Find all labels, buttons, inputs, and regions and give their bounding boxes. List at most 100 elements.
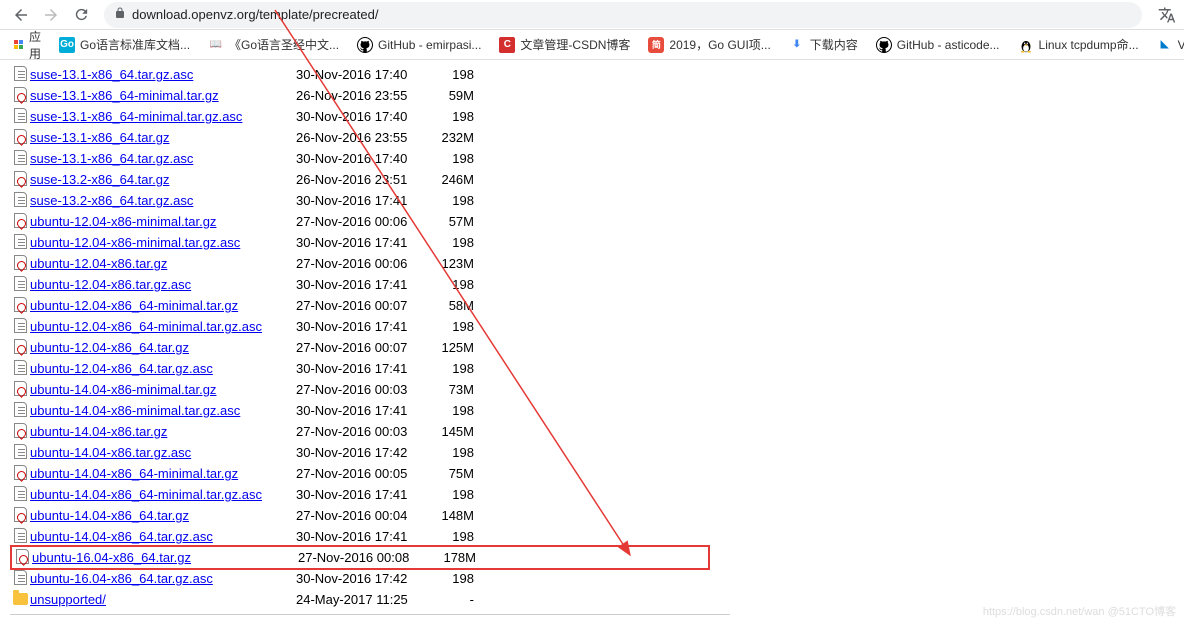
file-date: 27-Nov-2016 00:03 bbox=[296, 424, 430, 439]
file-date: 27-Nov-2016 00:06 bbox=[296, 256, 430, 271]
file-date: 24-May-2017 11:25 bbox=[296, 592, 430, 607]
archive-icon bbox=[10, 423, 30, 441]
file-size: 125M bbox=[430, 340, 474, 355]
bookmark-item[interactable]: GoGo语言标准库文档... bbox=[51, 33, 198, 56]
apps-button[interactable]: 应用 bbox=[8, 26, 47, 64]
file-row: ubuntu-14.04-x86.tar.gz.asc30-Nov-2016 1… bbox=[10, 442, 1174, 463]
text-file-icon bbox=[10, 318, 30, 336]
file-size: 178M bbox=[432, 550, 476, 565]
file-link[interactable]: ubuntu-14.04-x86.tar.gz bbox=[30, 424, 167, 439]
file-link[interactable]: suse-13.1-x86_64-minimal.tar.gz.asc bbox=[30, 109, 242, 124]
file-date: 30-Nov-2016 17:40 bbox=[296, 151, 430, 166]
forward-button[interactable] bbox=[38, 2, 64, 28]
bookmarks-bar: 应用 GoGo语言标准库文档...📖《Go语言圣经中文...GitHub - e… bbox=[0, 30, 1184, 60]
file-row: ubuntu-14.04-x86_64-minimal.tar.gz27-Nov… bbox=[10, 463, 1174, 484]
file-row: suse-13.1-x86_64-minimal.tar.gz26-Nov-20… bbox=[10, 85, 1174, 106]
file-link[interactable]: ubuntu-14.04-x86-minimal.tar.gz bbox=[30, 382, 216, 397]
file-link[interactable]: ubuntu-12.04-x86_64-minimal.tar.gz bbox=[30, 298, 238, 313]
file-link[interactable]: ubuntu-16.04-x86_64.tar.gz bbox=[32, 550, 191, 565]
bookmark-label: GitHub - asticode... bbox=[897, 38, 1000, 52]
file-size: 198 bbox=[430, 445, 474, 460]
file-size: 198 bbox=[430, 319, 474, 334]
file-link[interactable]: ubuntu-14.04-x86_64-minimal.tar.gz.asc bbox=[30, 487, 262, 502]
file-size: 198 bbox=[430, 403, 474, 418]
file-date: 30-Nov-2016 17:41 bbox=[296, 403, 430, 418]
file-link[interactable]: ubuntu-12.04-x86.tar.gz bbox=[30, 256, 167, 271]
file-link[interactable]: ubuntu-12.04-x86.tar.gz.asc bbox=[30, 277, 191, 292]
address-bar[interactable] bbox=[104, 2, 1142, 28]
back-button[interactable] bbox=[8, 2, 34, 28]
bookmark-item[interactable]: ⬇下载内容 bbox=[781, 33, 866, 56]
file-link[interactable]: ubuntu-16.04-x86_64.tar.gz.asc bbox=[30, 571, 213, 586]
file-link[interactable]: ubuntu-14.04-x86_64.tar.gz.asc bbox=[30, 529, 213, 544]
file-date: 27-Nov-2016 00:08 bbox=[298, 550, 432, 565]
bookmark-item[interactable]: Linux tcpdump命... bbox=[1010, 33, 1147, 56]
file-link[interactable]: ubuntu-12.04-x86_64-minimal.tar.gz.asc bbox=[30, 319, 262, 334]
bookmark-item[interactable]: GitHub - asticode... bbox=[868, 34, 1008, 56]
file-row: ubuntu-12.04-x86_64-minimal.tar.gz 27-Nov… bbox=[10, 295, 1174, 316]
archive-icon bbox=[10, 255, 30, 273]
text-file-icon bbox=[10, 360, 30, 378]
file-date: 30-Nov-2016 17:41 bbox=[296, 193, 430, 208]
bookmark-label: Go语言标准库文档... bbox=[80, 36, 190, 53]
bookmark-item[interactable]: 简2019，Go GUI项... bbox=[640, 33, 778, 56]
file-size: 198 bbox=[430, 487, 474, 502]
file-link[interactable]: suse-13.2-x86_64.tar.gz bbox=[30, 172, 169, 187]
bookmark-item[interactable]: GitHub - emirpasi... bbox=[349, 34, 489, 56]
file-link[interactable]: ubuntu-12.04-x86-minimal.tar.gz.asc bbox=[30, 235, 240, 250]
bookmark-item[interactable]: 📖《Go语言圣经中文... bbox=[200, 33, 347, 56]
file-size: 198 bbox=[430, 571, 474, 586]
file-link[interactable]: ubuntu-14.04-x86-minimal.tar.gz.asc bbox=[30, 403, 240, 418]
watermark: https://blog.csdn.net/wan @51CTO博客 bbox=[983, 603, 1176, 619]
file-row: ubuntu-14.04-x86_64-minimal.tar.gz.asc30… bbox=[10, 484, 1174, 505]
text-file-icon bbox=[10, 528, 30, 546]
archive-icon bbox=[10, 87, 30, 105]
text-file-icon bbox=[10, 108, 30, 126]
file-link[interactable]: ubuntu-14.04-x86_64-minimal.tar.gz bbox=[30, 466, 238, 481]
file-link[interactable]: suse-13.2-x86_64.tar.gz.asc bbox=[30, 193, 193, 208]
file-date: 30-Nov-2016 17:40 bbox=[296, 67, 430, 82]
file-link[interactable]: ubuntu-12.04-x86_64.tar.gz bbox=[30, 340, 189, 355]
file-link[interactable]: suse-13.1-x86_64.tar.gz.asc bbox=[30, 151, 193, 166]
bookmark-label: Linux tcpdump命... bbox=[1039, 36, 1139, 53]
file-row: suse-13.1-x86_64-minimal.tar.gz.asc30-No… bbox=[10, 106, 1174, 127]
file-link[interactable]: suse-13.1-x86_64-minimal.tar.gz bbox=[30, 88, 219, 103]
file-link[interactable]: unsupported/ bbox=[30, 592, 106, 607]
file-link[interactable]: ubuntu-12.04-x86-minimal.tar.gz bbox=[30, 214, 216, 229]
file-date: 27-Nov-2016 00:07 bbox=[296, 298, 430, 313]
bookmark-item[interactable]: ◣VSCode调试go语... bbox=[1149, 33, 1184, 56]
text-file-icon bbox=[10, 486, 30, 504]
archive-icon bbox=[10, 129, 30, 147]
file-size: 198 bbox=[430, 193, 474, 208]
text-file-icon bbox=[10, 570, 30, 588]
file-row: suse-13.1-x86_64.tar.gz.asc 30-Nov-2016 1… bbox=[10, 148, 1174, 169]
text-file-icon bbox=[10, 234, 30, 252]
file-row: ubuntu-14.04-x86_64.tar.gz.asc 30-Nov-201… bbox=[10, 526, 1174, 547]
archive-icon bbox=[10, 507, 30, 525]
archive-icon bbox=[10, 381, 30, 399]
file-date: 30-Nov-2016 17:41 bbox=[296, 529, 430, 544]
file-link[interactable]: suse-13.1-x86_64.tar.gz bbox=[30, 130, 169, 145]
file-row: ubuntu-12.04-x86_64-minimal.tar.gz.asc30… bbox=[10, 316, 1174, 337]
file-link[interactable]: suse-13.1-x86_64.tar.gz.asc bbox=[30, 67, 193, 82]
bookmark-item[interactable]: C文章管理-CSDN博客 bbox=[491, 33, 638, 56]
file-link[interactable]: ubuntu-14.04-x86.tar.gz.asc bbox=[30, 445, 191, 460]
archive-icon bbox=[10, 465, 30, 483]
file-size: 75M bbox=[430, 466, 474, 481]
archive-icon bbox=[10, 339, 30, 357]
file-row: suse-13.1-x86_64.tar.gz.asc 30-Nov-2016 1… bbox=[10, 64, 1174, 85]
file-link[interactable]: ubuntu-14.04-x86_64.tar.gz bbox=[30, 508, 189, 523]
archive-icon bbox=[10, 297, 30, 315]
reload-button[interactable] bbox=[68, 2, 94, 28]
url-input[interactable] bbox=[132, 7, 1132, 22]
file-row: suse-13.1-x86_64.tar.gz 26-Nov-2016 23:55… bbox=[10, 127, 1174, 148]
file-row: suse-13.2-x86_64.tar.gz.asc 30-Nov-2016 1… bbox=[10, 190, 1174, 211]
text-file-icon bbox=[10, 276, 30, 294]
file-date: 26-Nov-2016 23:55 bbox=[296, 130, 430, 145]
text-file-icon bbox=[10, 444, 30, 462]
file-size: 198 bbox=[430, 235, 474, 250]
file-link[interactable]: ubuntu-12.04-x86_64.tar.gz.asc bbox=[30, 361, 213, 376]
translate-icon[interactable] bbox=[1158, 6, 1176, 24]
file-size: 246M bbox=[430, 172, 474, 187]
archive-icon bbox=[12, 549, 32, 567]
